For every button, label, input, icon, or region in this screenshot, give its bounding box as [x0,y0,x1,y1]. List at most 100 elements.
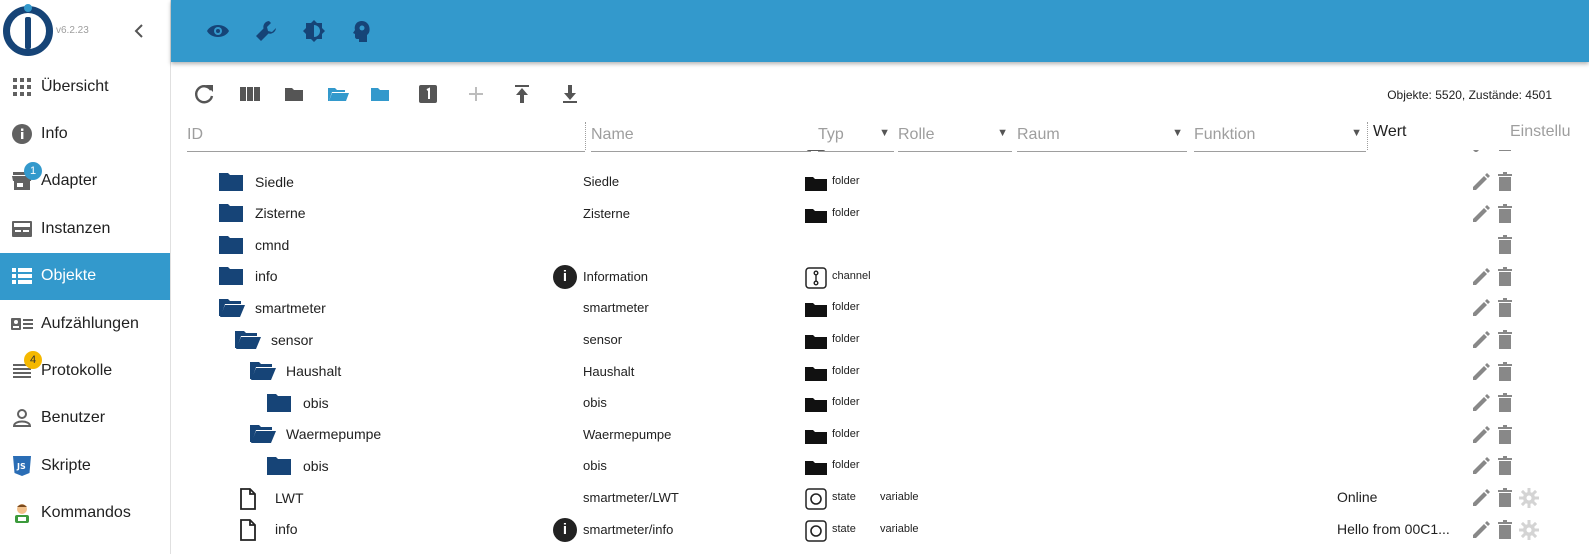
id-cell[interactable]: obis [267,450,329,481]
object-name[interactable]: sensor [583,332,622,347]
expert-mode-button[interactable] [350,19,374,43]
object-name[interactable]: obis [583,458,607,473]
edit-icon[interactable] [1471,204,1491,224]
gear-icon[interactable] [1519,519,1539,540]
id-cell[interactable]: sensor [235,324,313,355]
upload-button[interactable] [510,82,534,106]
object-name[interactable]: Waermepumpe [583,427,671,442]
id-cell[interactable]: Waermepumpe [250,419,381,450]
id-cell[interactable]: Haushalt [250,356,341,387]
folder-icon[interactable] [219,235,243,255]
delete-icon[interactable] [1495,424,1515,445]
expand-one-level-button[interactable] [326,82,350,106]
function-filter-select[interactable]: Funktion ▼ [1194,118,1366,152]
delete-icon[interactable] [1495,172,1515,192]
object-name[interactable]: smartmeter [583,300,649,315]
collapse-sidebar-button[interactable] [131,21,147,41]
object-name[interactable]: smartmeter/info [583,522,673,537]
delete-icon[interactable] [1495,393,1515,413]
folder-icon[interactable] [267,456,291,476]
sidebar-item-benutzer[interactable]: Benutzer [0,395,170,442]
object-name[interactable]: smartmeter/LWT [583,490,679,505]
edit-icon[interactable] [1471,520,1491,540]
folder-open-icon[interactable] [250,424,276,444]
role-filter-select[interactable]: Rolle ▼ [898,118,1012,152]
edit-icon[interactable] [1471,172,1491,192]
download-button[interactable] [558,82,582,106]
id-cell[interactable]: Siedle [219,166,294,197]
table-row[interactable]: Haushalt Haushalt folder [187,356,1589,388]
edit-icon[interactable] [1471,362,1491,382]
depth-level-button[interactable] [416,82,440,106]
table-row[interactable]: smartmeter smartmeter folder [187,292,1589,324]
object-role[interactable]: variable [880,523,919,535]
column-resize-handle[interactable] [1367,122,1369,150]
sidebar-item-protokolle[interactable]: Protokolle 4 [0,347,170,394]
sidebar-item-info[interactable]: Info [0,110,170,157]
folder-icon[interactable] [219,266,243,286]
delete-icon[interactable] [1495,488,1515,508]
edit-icon[interactable] [1471,267,1491,287]
id-cell[interactable]: info [219,261,278,292]
delete-icon[interactable] [1495,203,1515,224]
edit-icon[interactable] [1471,425,1491,445]
id-cell[interactable]: LWT [239,482,304,513]
id-cell[interactable]: info [239,514,298,545]
file-icon[interactable] [239,487,263,510]
delete-icon[interactable] [1495,298,1515,318]
collapse-all-button[interactable] [282,82,306,106]
object-name[interactable]: Zisterne [583,206,630,221]
object-name[interactable]: obis [583,395,607,410]
id-cell[interactable]: obis [267,387,329,418]
table-row[interactable]: sensor sensor folder [187,324,1589,356]
table-row[interactable]: obis obis folder [187,450,1589,482]
sidebar-item-objekte[interactable]: Objekte [0,252,170,300]
object-name[interactable]: Information [583,269,648,284]
object-role[interactable]: variable [880,491,919,503]
view-toggle-button[interactable] [206,19,230,43]
gear-icon[interactable] [1519,488,1539,508]
edit-icon[interactable] [1471,393,1491,413]
edit-icon[interactable] [1471,330,1491,350]
id-cell[interactable]: cmnd [219,229,289,260]
sidebar-item-adapter[interactable]: Adapter 1 [0,158,170,205]
delete-icon[interactable] [1495,519,1515,540]
object-name[interactable]: Siedle [583,174,619,189]
type-filter-select[interactable]: Typ ▼ [818,118,894,152]
theme-toggle-button[interactable] [302,19,326,43]
folder-open-icon[interactable] [235,330,261,350]
add-object-button[interactable] [464,82,488,106]
table-row[interactable]: obis obis folder [187,387,1589,419]
table-row[interactable]: cmnd [187,229,1589,261]
folder-open-icon[interactable] [219,298,245,318]
edit-icon[interactable] [1471,456,1491,476]
table-row[interactable]: info i Information channel [187,261,1589,293]
object-name[interactable]: Haushalt [583,364,634,379]
id-cell[interactable]: smartmeter [219,292,326,323]
table-row[interactable]: Zisterne Zisterne folder [187,198,1589,230]
delete-icon[interactable] [1495,456,1515,476]
folder-open-icon[interactable] [250,361,276,381]
sidebar-item-uebersicht[interactable]: Übersicht [0,63,170,110]
sidebar-item-kommandos[interactable]: Kommandos [0,490,170,537]
delete-icon[interactable] [1495,235,1515,255]
sidebar-item-skripte[interactable]: JS Skripte [0,442,170,489]
collapse-one-level-button[interactable] [368,82,392,106]
sidebar-item-instanzen[interactable]: Instanzen [0,205,170,252]
id-filter-input[interactable]: ID [187,118,585,152]
folder-icon[interactable] [219,203,243,223]
delete-icon[interactable] [1495,361,1515,382]
object-value[interactable]: Hello from 00C1... [1337,521,1450,537]
settings-button[interactable] [254,19,278,43]
folder-icon[interactable] [267,393,291,413]
table-row[interactable]: Waermepumpe Waermepumpe folder [187,419,1589,451]
sidebar-item-aufzaehlungen[interactable]: Aufzählungen [0,300,170,347]
room-filter-select[interactable]: Raum ▼ [1017,118,1187,152]
file-icon[interactable] [239,519,263,541]
columns-button[interactable] [238,82,262,106]
name-filter-input[interactable]: Name [591,118,811,152]
delete-icon[interactable] [1495,266,1515,287]
column-resize-handle[interactable] [585,122,587,150]
edit-icon[interactable] [1471,488,1491,508]
folder-icon[interactable] [219,172,243,192]
